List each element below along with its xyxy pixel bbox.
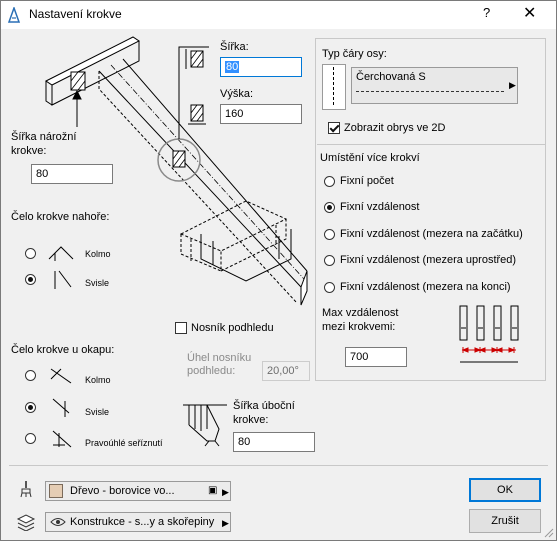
eave-vertical-icon bbox=[52, 398, 70, 417]
placement-fixed-distance-radio[interactable] bbox=[324, 202, 335, 213]
resize-grip-icon[interactable] bbox=[543, 527, 555, 539]
help-button[interactable]: ? bbox=[483, 5, 490, 20]
top-end-perpendicular-radio[interactable] bbox=[25, 248, 36, 259]
close-button[interactable]: ✕ bbox=[523, 3, 536, 23]
paint-brush-icon bbox=[20, 481, 32, 498]
ridge-width-label-1: Šířka nárožní bbox=[11, 131, 77, 143]
app-icon bbox=[7, 7, 21, 23]
placement-gap-end-radio[interactable] bbox=[324, 282, 335, 293]
top-end-vertical-label: Svisle bbox=[85, 278, 110, 288]
eave-perpendicular-icon bbox=[50, 368, 72, 384]
dialog-window: Nastavení krokve ? ✕ Šířka: 80 Výška: 16… bbox=[0, 0, 557, 541]
eye-icon bbox=[50, 518, 66, 526]
axis-line-preview bbox=[322, 64, 346, 110]
width-label: Šířka: bbox=[220, 41, 249, 53]
height-input[interactable]: 160 bbox=[220, 104, 302, 124]
popup-arrow-icon: ▶ bbox=[509, 80, 516, 90]
soffit-angle-input[interactable]: 20,00° bbox=[262, 361, 310, 381]
eave-end-square-label: Pravoúhlé seříznutí bbox=[85, 438, 163, 448]
material-popup[interactable]: Dřevo - borovice vo... ▣ ▶ bbox=[45, 481, 231, 501]
placement-fixed-count-radio[interactable] bbox=[324, 176, 335, 187]
axis-line-sample bbox=[356, 91, 504, 92]
placement-title: Umístění více krokví bbox=[320, 152, 420, 164]
placement-gap-middle-label: Fixní vzdálenost (mezera uprostřed) bbox=[340, 254, 517, 266]
valley-rafter-icon bbox=[183, 404, 227, 447]
popup-arrow-icon: ▶ bbox=[222, 487, 229, 497]
ridge-width-input[interactable]: 80 bbox=[31, 164, 113, 184]
eave-end-square-radio[interactable] bbox=[25, 433, 36, 444]
placement-gap-start-label: Fixní vzdálenost (mezera na začátku) bbox=[340, 228, 523, 240]
top-end-title: Čelo krokve nahoře: bbox=[11, 211, 110, 223]
eave-end-vertical-label: Svisle bbox=[85, 407, 110, 417]
ridge-width-label-2: krokve: bbox=[11, 145, 47, 157]
eave-end-title: Čelo krokve u okapu: bbox=[11, 344, 115, 356]
top-end-perpendicular-label: Kolmo bbox=[85, 249, 111, 259]
valley-width-label-2: krokve: bbox=[233, 414, 269, 426]
material-value: Dřevo - borovice vo... bbox=[70, 485, 175, 497]
ok-button[interactable]: OK bbox=[469, 478, 541, 502]
valley-width-label-1: Šířka úboční bbox=[233, 400, 295, 412]
separator bbox=[317, 144, 546, 145]
axis-line-type-value: Čerchovaná S bbox=[356, 71, 426, 83]
max-distance-label-1: Max vzdálenost bbox=[322, 307, 399, 319]
vertical-end-icon bbox=[54, 270, 72, 289]
material-swatch bbox=[49, 484, 63, 498]
title-bar: Nastavení krokve ? ✕ bbox=[1, 1, 556, 29]
eave-square-cut-icon bbox=[52, 430, 72, 448]
placement-fixed-count-label: Fixní počet bbox=[340, 175, 394, 187]
height-label: Výška: bbox=[220, 88, 254, 100]
rafter-spacing-icon bbox=[459, 305, 519, 363]
eave-end-perpendicular-label: Kolmo bbox=[85, 375, 111, 385]
placement-gap-middle-radio[interactable] bbox=[324, 255, 335, 266]
cancel-button[interactable]: Zrušit bbox=[469, 509, 541, 533]
width-input[interactable]: 80 bbox=[220, 57, 302, 77]
max-distance-input[interactable]: 700 bbox=[345, 347, 407, 367]
layers-icon bbox=[16, 514, 36, 531]
layer-popup[interactable]: Konstrukce - s...y a skořepiny ▶ bbox=[45, 512, 231, 532]
perpendicular-end-icon bbox=[48, 246, 74, 261]
placement-gap-start-radio[interactable] bbox=[324, 229, 335, 240]
max-distance-label-2: mezi krokvemi: bbox=[322, 321, 396, 333]
soffit-angle-label-2: podhledu: bbox=[187, 365, 236, 377]
eave-end-perpendicular-radio[interactable] bbox=[25, 370, 36, 381]
soffit-angle-label-1: Úhel nosníku bbox=[187, 352, 252, 364]
eave-end-vertical-radio[interactable] bbox=[25, 402, 36, 413]
bottom-separator bbox=[9, 465, 548, 466]
placement-fixed-distance-label: Fixní vzdálenost bbox=[340, 201, 420, 213]
placement-gap-end-label: Fixní vzdálenost (mezera na konci) bbox=[340, 281, 511, 293]
soffit-beam-checkbox[interactable] bbox=[175, 322, 187, 334]
show-outline-checkbox[interactable] bbox=[328, 122, 340, 134]
window-title: Nastavení krokve bbox=[29, 7, 122, 21]
popup-arrow-icon: ▶ bbox=[222, 518, 229, 528]
top-end-vertical-radio[interactable] bbox=[25, 274, 36, 285]
layer-value: Konstrukce - s...y a skořepiny bbox=[70, 516, 215, 528]
valley-width-input[interactable]: 80 bbox=[233, 432, 315, 452]
image-icon: ▣ bbox=[208, 485, 218, 496]
axis-line-type-popup[interactable]: Čerchovaná S ▶ bbox=[351, 67, 518, 104]
show-outline-label: Zobrazit obrys ve 2D bbox=[344, 122, 446, 134]
axis-line-title: Typ čáry osy: bbox=[322, 48, 387, 60]
soffit-beam-label: Nosník podhledu bbox=[191, 322, 274, 334]
